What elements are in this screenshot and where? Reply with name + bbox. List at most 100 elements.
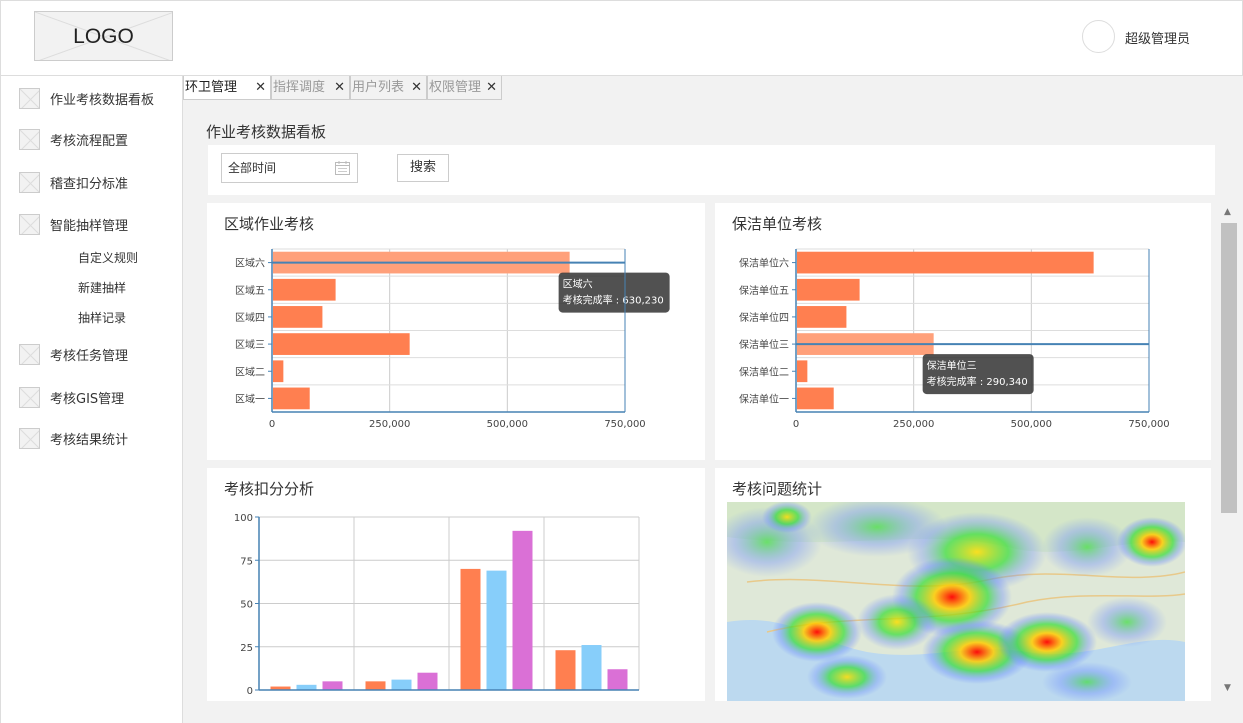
logo-placeholder[interactable]: LOGO: [34, 11, 173, 61]
bar: [273, 360, 284, 383]
y-tick-label: 50: [240, 600, 253, 611]
y-tick-label: 保洁单位二: [739, 365, 789, 378]
tab-label: 用户列表: [352, 80, 405, 95]
unit-bar-chart[interactable]: 0 250,000 500,000 750,000保洁单位一保洁单位二保洁单位三保洁单…: [715, 203, 1211, 460]
close-icon[interactable]: ✕: [486, 76, 497, 100]
sidebar-item-tasks[interactable]: 考核任务管理: [19, 343, 128, 365]
tab-sanitation[interactable]: 环卫管理 ✕: [183, 76, 271, 100]
date-range-input[interactable]: 全部时间: [221, 153, 358, 183]
tab-bar: 环卫管理 ✕ 指挥调度 ✕ 用户列表 ✕ 权限管理 ✕: [183, 76, 502, 100]
x-tick-label: 250,000: [893, 419, 934, 430]
tab-users[interactable]: 用户列表 ✕: [350, 76, 427, 100]
y-tick-label: 100: [234, 513, 253, 524]
image-placeholder-icon: [19, 343, 40, 365]
bar: [273, 306, 323, 328]
date-range-value: 全部时间: [228, 161, 277, 175]
y-tick-label: 75: [240, 556, 253, 567]
y-tick-label: 区域一: [235, 392, 265, 405]
image-placeholder-icon: [19, 128, 40, 150]
bar: [460, 568, 481, 690]
sidebar-item-label: 考核GIS管理: [50, 391, 125, 407]
tooltip-value: 考核完成率 : 630,230: [563, 294, 664, 307]
y-tick-label: 区域二: [235, 365, 265, 378]
y-tick-label: 保洁单位三: [739, 338, 789, 351]
bar: [581, 645, 602, 690]
page-title: 作业考核数据看板: [206, 123, 327, 141]
sidebar-item-label: 考核流程配置: [50, 133, 129, 149]
scroll-down-arrow-icon[interactable]: ▼: [1224, 683, 1231, 693]
sidebar-item-label: 智能抽样管理: [50, 218, 129, 234]
bar: [296, 684, 317, 690]
sidebar-item-label: 考核结果统计: [50, 432, 129, 448]
card-title: 保洁单位考核: [732, 215, 823, 233]
sidebar-item-sampling[interactable]: 智能抽样管理: [19, 213, 128, 235]
search-button[interactable]: 搜索: [397, 154, 449, 182]
calendar-icon: [335, 161, 350, 175]
sidebar-subitem-new-sample[interactable]: 新建抽样: [78, 279, 126, 296]
close-icon[interactable]: ✕: [255, 76, 266, 100]
sidebar-item-deduction-standard[interactable]: 稽查扣分标准: [19, 171, 128, 193]
sidebar: 作业考核数据看板 考核流程配置 稽查扣分标准 智能抽样管理 自定义规则 新建抽样…: [0, 76, 183, 723]
x-tick-label: 0: [269, 419, 275, 430]
image-placeholder-icon: [19, 386, 40, 408]
bar: [391, 679, 412, 690]
sidebar-subitem-custom-rules[interactable]: 自定义规则: [78, 249, 138, 266]
bar: [797, 360, 808, 383]
close-icon[interactable]: ✕: [334, 76, 345, 100]
bar: [273, 387, 310, 410]
tab-permissions[interactable]: 权限管理 ✕: [427, 76, 502, 100]
x-tick-label: 250,000: [369, 419, 410, 430]
y-tick-label: 区域六: [235, 257, 265, 270]
sidebar-item-gis[interactable]: 考核GIS管理: [19, 386, 124, 408]
tab-label: 权限管理: [429, 80, 482, 95]
username[interactable]: 超级管理员: [1125, 28, 1190, 47]
deduction-bar-chart[interactable]: 0 25 50 75 100: [207, 468, 705, 701]
sidebar-item-label: 作业考核数据看板: [50, 92, 155, 108]
tab-dispatch[interactable]: 指挥调度 ✕: [271, 76, 350, 100]
bar: [273, 333, 410, 355]
heatmap-map[interactable]: [727, 502, 1185, 701]
region-bar-chart[interactable]: 0 250,000 500,000 750,000 区域一 区域二 区域三 区域四 区域五 区域六…: [207, 203, 705, 460]
issues-heatmap-card: 考核问题统计: [715, 468, 1211, 701]
image-placeholder-icon: [19, 87, 40, 109]
y-tick-label: 25: [240, 643, 253, 654]
bar: [322, 681, 343, 690]
bar: [365, 681, 386, 690]
card-title: 区域作业考核: [224, 215, 315, 233]
y-tick-label: 保洁单位一: [739, 392, 789, 405]
tooltip-category: 区域六: [563, 278, 593, 291]
y-tick-label: 区域五: [235, 284, 265, 297]
bar: [797, 306, 847, 328]
bar: [417, 672, 438, 690]
y-tick-label: 保洁单位五: [739, 284, 789, 297]
scroll-up-arrow-icon[interactable]: ▲: [1224, 207, 1231, 217]
image-placeholder-icon: [19, 427, 40, 449]
sidebar-item-process-config[interactable]: 考核流程配置: [19, 128, 128, 150]
avatar[interactable]: [1082, 20, 1115, 53]
y-tick-label: 保洁单位四: [739, 311, 789, 324]
top-header: LOGO 超级管理员: [0, 0, 1243, 76]
sidebar-item-label: 考核任务管理: [50, 348, 129, 364]
scroll-thumb[interactable]: [1221, 223, 1237, 513]
bar: [797, 251, 1094, 274]
vertical-scrollbar[interactable]: ▲ ▼: [1220, 205, 1238, 695]
x-tick-label: 500,000: [1011, 419, 1052, 430]
sidebar-subitem-sample-records[interactable]: 抽样记录: [78, 309, 126, 326]
x-tick-label: 750,000: [1128, 419, 1169, 430]
card-title: 考核扣分分析: [224, 480, 315, 498]
y-tick-label: 区域四: [235, 311, 265, 324]
sidebar-item-results[interactable]: 考核结果统计: [19, 427, 128, 449]
bar: [512, 530, 533, 690]
image-placeholder-icon: [19, 171, 40, 193]
sidebar-item-dashboard[interactable]: 作业考核数据看板: [19, 87, 154, 109]
card-title: 考核问题统计: [732, 480, 823, 498]
tooltip-value: 考核完成率 : 290,340: [927, 375, 1028, 388]
unit-chart-card: 保洁单位考核 0 250,000 500,000 750,000 保洁单位一 保洁单位二 保…: [715, 203, 1211, 460]
x-tick-label: 0: [793, 419, 799, 430]
close-icon[interactable]: ✕: [411, 76, 422, 100]
tooltip-category: 保洁单位三: [927, 359, 977, 372]
y-tick-label: 区域三: [235, 338, 265, 351]
filter-bar: 全部时间 搜索: [208, 145, 1215, 195]
bar: [486, 570, 507, 690]
tab-label: 环卫管理: [185, 80, 238, 95]
